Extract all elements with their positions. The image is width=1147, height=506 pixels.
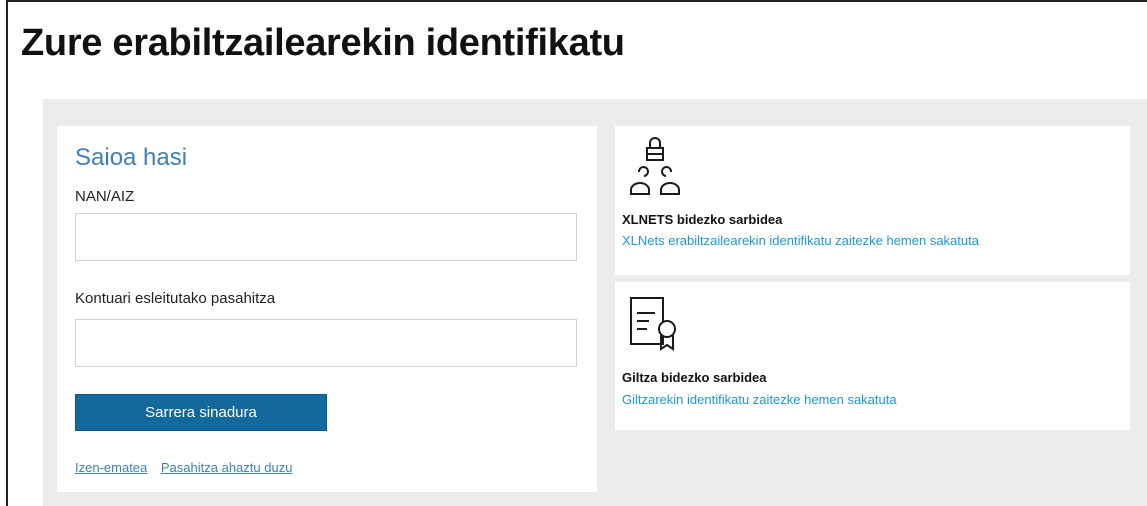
id-field[interactable] — [75, 213, 577, 261]
forgot-password-link[interactable]: Pasahitza ahaztu duzu — [161, 460, 293, 475]
page-title: Zure erabiltzailearekin identifikatu — [21, 22, 625, 64]
certificate-icon — [627, 295, 689, 362]
users-lock-icon — [627, 136, 689, 203]
login-links: Izen-ematea Pasahitza ahaztu duzu — [75, 460, 302, 475]
password-field-label: Kontuari esleitutako pasahitza — [75, 290, 276, 307]
xlnets-option-title: XLNETS bidezko sarbidea — [622, 212, 783, 227]
id-field-label: NAN/AIZ — [75, 188, 135, 205]
password-field[interactable] — [75, 319, 577, 367]
xlnets-option-card[interactable]: XLNETS bidezko sarbidea XLNets erabiltza… — [615, 126, 1130, 275]
xlnets-login-link[interactable]: XLNets erabiltzailearekin identifikatu z… — [622, 233, 979, 248]
giltza-option-title: Giltza bidezko sarbidea — [622, 370, 767, 385]
register-link[interactable]: Izen-ematea — [75, 460, 147, 475]
giltza-login-link[interactable]: Giltzarekin identifikatu zaitezke hemen … — [622, 392, 897, 407]
giltza-option-card[interactable]: Giltza bidezko sarbidea Giltzarekin iden… — [615, 282, 1130, 430]
login-heading: Saioa hasi — [75, 144, 188, 171]
login-form: Saioa hasi NAN/AIZ Kontuari esleitutako … — [57, 126, 597, 492]
sign-in-button[interactable]: Sarrera sinadura — [75, 394, 327, 431]
